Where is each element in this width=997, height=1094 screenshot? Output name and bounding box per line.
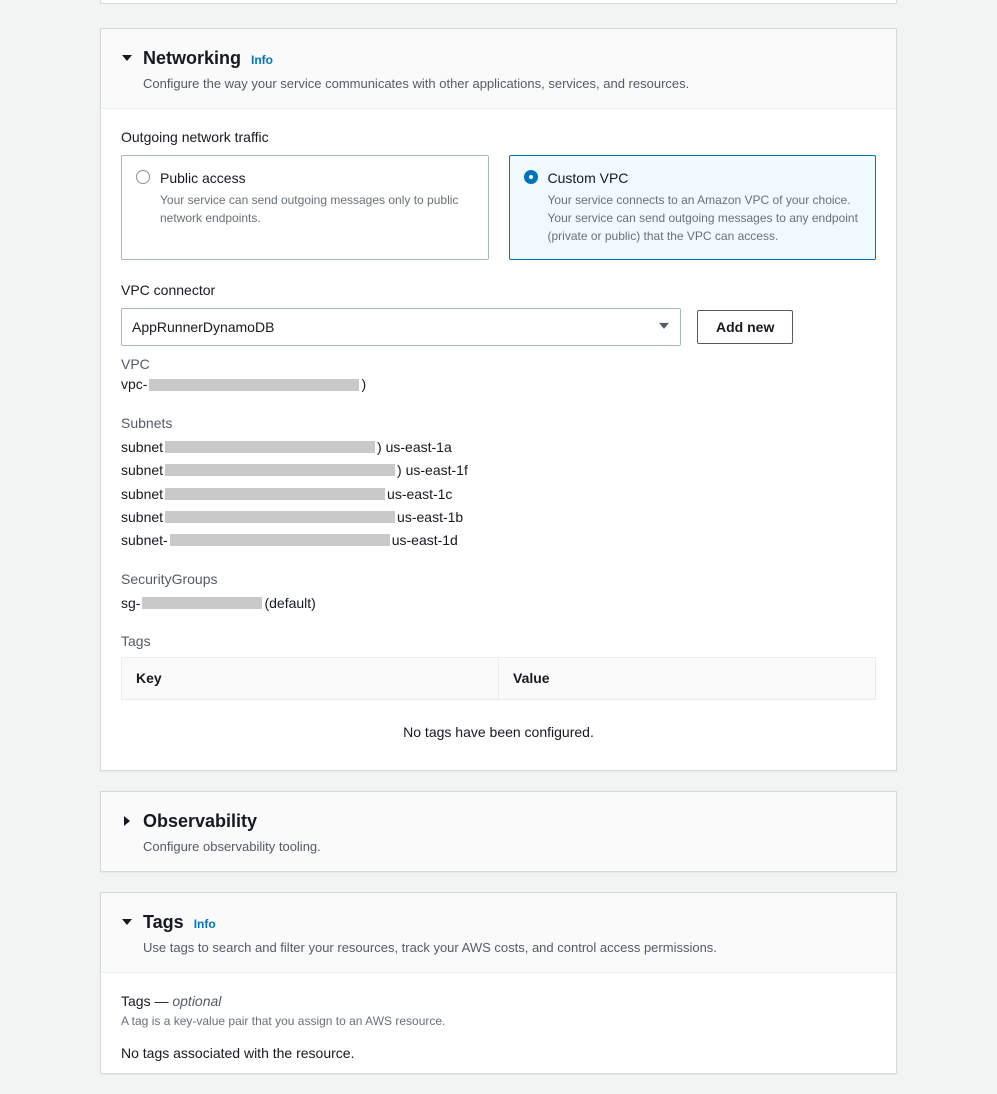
sg-prefix: sg- (121, 593, 140, 613)
networking-body: Outgoing network traffic Public access Y… (101, 109, 896, 770)
redacted-text (165, 464, 395, 476)
observability-panel: Observability Configure observability to… (100, 791, 897, 872)
tags-value-header: Value (498, 658, 875, 698)
networking-panel: Networking Info Configure the way your s… (100, 28, 897, 771)
observability-title: Observability (143, 808, 257, 834)
tags-empty-message: No tags have been configured. (121, 700, 876, 746)
subnet-suffix: ) us-east-1f (397, 460, 468, 480)
info-link[interactable]: Info (194, 916, 216, 933)
subnet-prefix: subnet (121, 437, 163, 457)
subnet-value: subnet us-east-1c (121, 484, 876, 504)
vpc-prefix: vpc- (121, 374, 147, 394)
tags-optional-heading: Tags — optional (121, 991, 876, 1011)
subnet-suffix: us-east-1b (397, 507, 463, 527)
redacted-text (165, 441, 375, 453)
add-new-button[interactable]: Add new (697, 310, 793, 344)
redacted-text (149, 379, 359, 391)
vpc-value: vpc- ) (121, 374, 876, 394)
vpc-connector-label: VPC connector (121, 280, 876, 300)
networking-header: Networking Info Configure the way your s… (101, 29, 896, 109)
tags-panel: Tags Info Use tags to search and filter … (100, 892, 897, 1074)
outgoing-traffic-label: Outgoing network traffic (121, 127, 876, 147)
subnet-value: subnet- us-east-1d (121, 530, 876, 550)
caret-right-icon[interactable] (121, 812, 133, 832)
public-access-option[interactable]: Public access Your service can send outg… (121, 155, 489, 259)
tags-table-header: Key Value (121, 657, 876, 699)
observability-subtitle: Configure observability tooling. (143, 838, 321, 857)
subnet-prefix: subnet- (121, 530, 168, 550)
chevron-down-icon (658, 317, 670, 337)
vpc-suffix: ) (361, 374, 366, 394)
vpc-label: VPC (121, 354, 876, 374)
public-access-desc: Your service can send outgoing messages … (160, 191, 474, 227)
sg-suffix: (default) (264, 593, 315, 613)
securitygroups-label: SecurityGroups (121, 569, 876, 589)
caret-down-icon[interactable] (121, 913, 133, 933)
subnet-value: subnet ) us-east-1a (121, 437, 876, 457)
tags-header: Tags Info Use tags to search and filter … (101, 893, 896, 973)
networking-title: Networking (143, 45, 241, 71)
vpc-connector-value: AppRunnerDynamoDB (132, 319, 274, 335)
redacted-text (170, 534, 390, 546)
radio-icon (136, 170, 150, 184)
subnet-value: subnet us-east-1b (121, 507, 876, 527)
redacted-text (142, 597, 262, 609)
redacted-text (165, 511, 395, 523)
tags-heading-text: Tags — (121, 993, 172, 1009)
custom-vpc-title: Custom VPC (548, 168, 862, 188)
caret-down-icon[interactable] (121, 49, 133, 69)
previous-panel-edge (100, 0, 897, 4)
subnets-label: Subnets (121, 413, 876, 433)
tags-title: Tags (143, 909, 184, 935)
subnet-prefix: subnet (121, 507, 163, 527)
vpc-connector-select[interactable]: AppRunnerDynamoDB (121, 308, 681, 346)
subnet-suffix: us-east-1d (392, 530, 458, 550)
public-access-title: Public access (160, 168, 474, 188)
observability-header: Observability Configure observability to… (101, 792, 896, 871)
tags-key-header: Key (122, 658, 498, 698)
tags-subtitle: Use tags to search and filter your resou… (143, 939, 717, 958)
redacted-text (165, 488, 385, 500)
securitygroup-value: sg- (default) (121, 593, 876, 613)
custom-vpc-desc: Your service connects to an Amazon VPC o… (548, 191, 862, 245)
subnet-value: subnet ) us-east-1f (121, 460, 876, 480)
subnet-prefix: subnet (121, 460, 163, 480)
tags-no-assoc: No tags associated with the resource. (121, 1043, 876, 1063)
radio-icon (524, 170, 538, 184)
subnet-prefix: subnet (121, 484, 163, 504)
tags-label: Tags (121, 631, 876, 651)
subnet-suffix: ) us-east-1a (377, 437, 452, 457)
tags-desc: A tag is a key-value pair that you assig… (121, 1013, 876, 1030)
custom-vpc-option[interactable]: Custom VPC Your service connects to an A… (509, 155, 877, 259)
info-link[interactable]: Info (251, 52, 273, 69)
tags-body: Tags — optional A tag is a key-value pai… (101, 973, 896, 1073)
subnet-suffix: us-east-1c (387, 484, 452, 504)
networking-subtitle: Configure the way your service communica… (143, 75, 689, 94)
tags-optional-text: optional (172, 993, 221, 1009)
